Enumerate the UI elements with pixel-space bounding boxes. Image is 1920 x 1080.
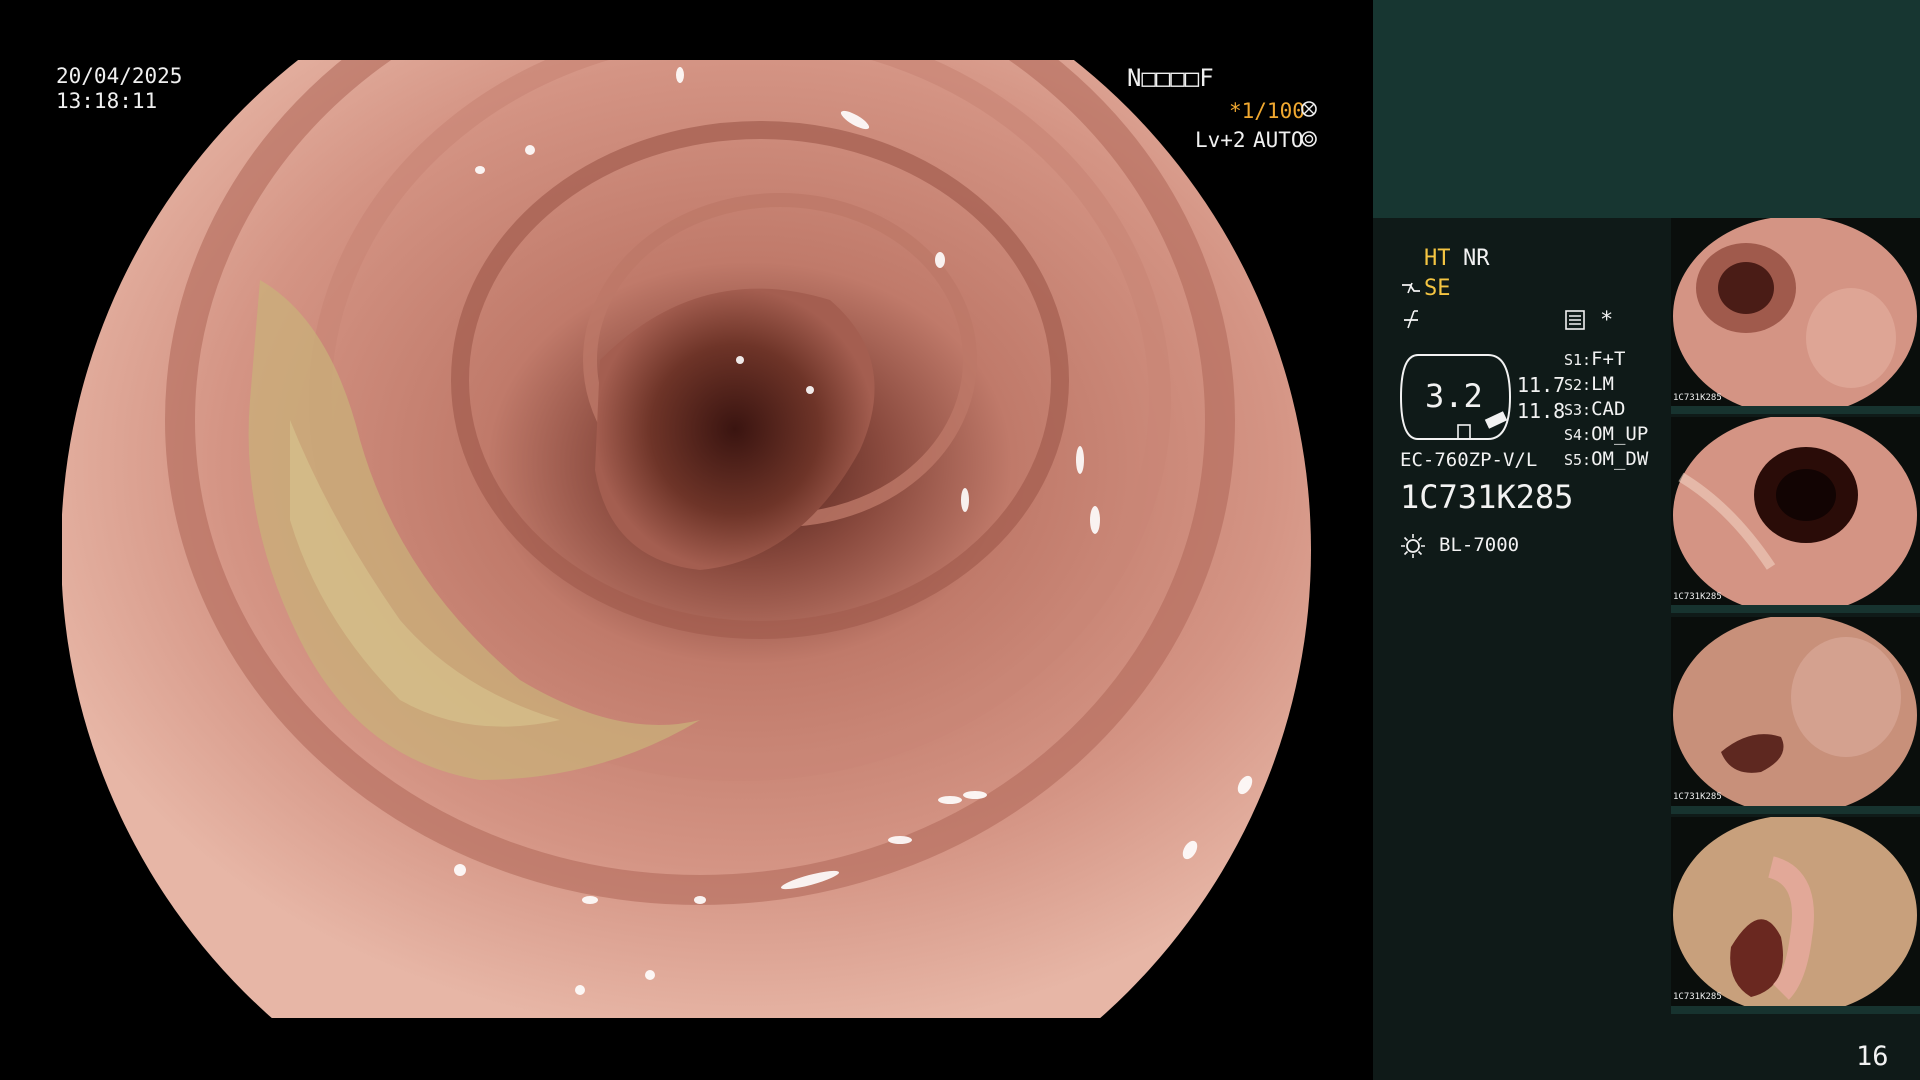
shortcut-value: F+T xyxy=(1591,348,1626,370)
shortcut-item: S3:CAD xyxy=(1564,400,1625,419)
shortcut-key: S4: xyxy=(1564,426,1592,444)
shortcut-key: S5: xyxy=(1564,451,1592,469)
thumbnail-2[interactable]: 1C731K285 xyxy=(1671,417,1920,613)
thumbnail-1[interactable]: 1C731K285 xyxy=(1671,218,1920,414)
light-source: BL-7000 xyxy=(1439,534,1520,556)
shortcut-item: S4:OM_UP xyxy=(1564,425,1648,444)
shortcut-key: S1: xyxy=(1564,351,1592,369)
thumbnail-label: 1C731K285 xyxy=(1673,592,1722,602)
thumbnail-divider xyxy=(1671,806,1920,814)
thumbnail-label: 1C731K285 xyxy=(1673,992,1722,1002)
thumbnail-divider xyxy=(1671,1006,1920,1014)
shortcut-key: S3: xyxy=(1564,401,1592,419)
thumbnail-divider xyxy=(1671,406,1920,414)
shortcut-key: S2: xyxy=(1564,376,1592,394)
enhance-mode-icon xyxy=(1400,308,1422,330)
thumbnail-3[interactable]: 1C731K285 xyxy=(1671,617,1920,813)
se-label: SE xyxy=(1424,276,1451,301)
zoom-value: 3.2 xyxy=(1425,377,1483,415)
shortcut-item: S1:F+T xyxy=(1564,350,1625,369)
shortcut-value: OM_DW xyxy=(1591,448,1649,470)
thumbnail-image xyxy=(1671,417,1920,613)
thumbnail-label: 1C731K285 xyxy=(1673,792,1722,802)
shortcut-item: S2:LM xyxy=(1564,375,1614,394)
endoscope-view: 20/04/2025 13:18:11 N□□□□F *1/100 Lv+2 A… xyxy=(0,0,1373,1080)
shortcut-value: LM xyxy=(1591,373,1614,395)
time-label: 13:18:11 xyxy=(56,89,158,113)
endoscopic-image xyxy=(0,0,1373,1080)
settings-list-icon xyxy=(1564,309,1586,331)
structure-enhance-icon xyxy=(1400,279,1422,299)
star-label: * xyxy=(1600,308,1614,333)
thumbnail-divider xyxy=(1671,605,1920,613)
date-label: 20/04/2025 xyxy=(56,64,183,88)
value-2: 11.8 xyxy=(1517,399,1566,423)
iris-icon xyxy=(1300,130,1318,148)
ht-label: HT xyxy=(1424,246,1451,271)
thumbnail-image xyxy=(1671,218,1920,414)
shutter-icon xyxy=(1300,100,1318,118)
light-source-icon xyxy=(1400,533,1426,559)
thumbnail-image xyxy=(1671,617,1920,813)
shutter-label: *1/100 xyxy=(1229,99,1305,123)
panel-header xyxy=(1373,0,1920,218)
value-1: 11.7 xyxy=(1517,373,1566,397)
thumbnail-4[interactable]: 1C731K285 xyxy=(1671,817,1920,1013)
info-panel: HT NR SE * 3.2 11.7 11.8 S1:F+T S2:LM S3… xyxy=(1373,0,1920,1080)
nr-label: NR xyxy=(1463,246,1490,271)
light-level-label: Lv+2 xyxy=(1195,128,1246,152)
scope-model: EC-760ZP-V/L xyxy=(1400,449,1538,471)
shortcut-value: OM_UP xyxy=(1591,423,1649,445)
thumbnail-label: 1C731K285 xyxy=(1673,393,1722,403)
shortcut-item: S5:OM_DW xyxy=(1564,450,1648,469)
shortcut-value: CAD xyxy=(1591,398,1626,420)
scope-serial: 1C731K285 xyxy=(1400,478,1574,516)
thumbnail-image xyxy=(1671,817,1920,1013)
image-count: 16 xyxy=(1856,1041,1889,1072)
iris-mode-label: AUTO xyxy=(1253,128,1304,152)
mode-code: N□□□□F xyxy=(1127,64,1214,92)
